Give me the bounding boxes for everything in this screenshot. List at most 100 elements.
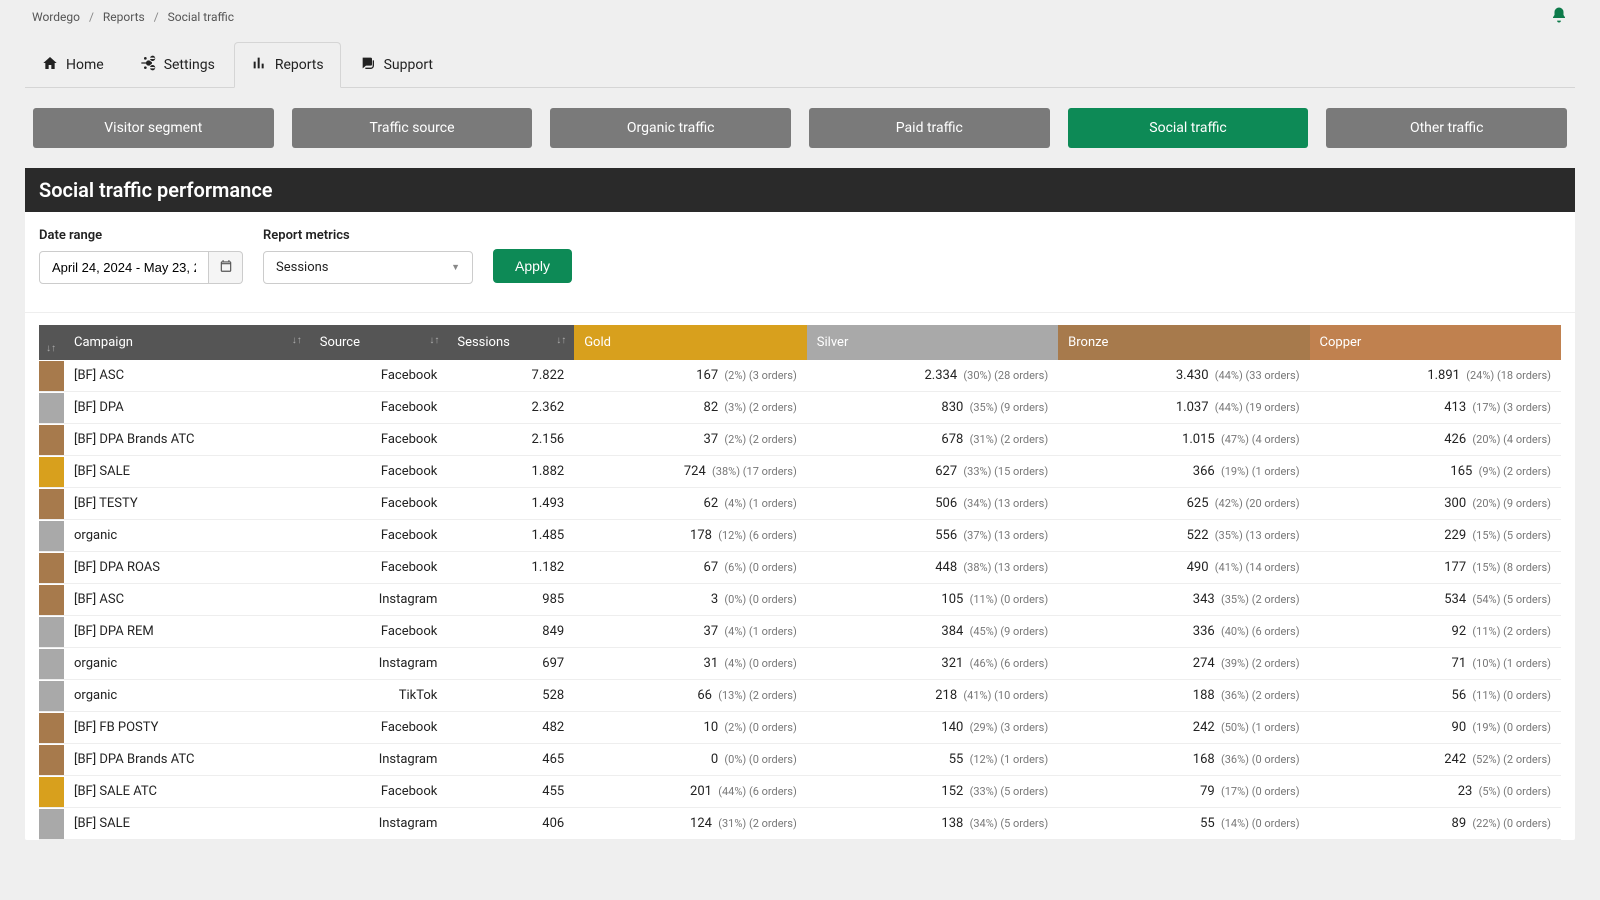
cell-sessions: 406: [447, 808, 574, 840]
cell-gold: 0 (0%) (0 orders): [574, 744, 807, 776]
cell-gold: 178 (12%) (6 orders): [574, 520, 807, 552]
support-icon: [360, 55, 376, 75]
cell-silver: 556 (37%) (13 orders): [807, 520, 1058, 552]
panel-title: Social traffic performance: [25, 168, 1575, 212]
metrics-label: Report metrics: [263, 228, 473, 243]
cell-bronze: 343 (35%) (2 orders): [1058, 584, 1309, 616]
cell-copper: 413 (17%) (3 orders): [1310, 392, 1561, 424]
cell-campaign: [BF] ASC: [64, 584, 310, 616]
nav-tab-label: Reports: [275, 57, 324, 73]
sub-tab-social-traffic[interactable]: Social traffic: [1068, 108, 1309, 148]
cell-copper: 56 (11%) (0 orders): [1310, 680, 1561, 712]
metrics-select[interactable]: Sessions ▼: [263, 251, 473, 284]
nav-tab-reports[interactable]: Reports: [234, 42, 341, 88]
cell-sessions: 7.822: [447, 360, 574, 392]
notifications-icon[interactable]: [1550, 6, 1568, 28]
table-row: [BF] DPA Brands ATCFacebook2.15637 (2%) …: [39, 424, 1561, 456]
sub-tab-paid-traffic[interactable]: Paid traffic: [809, 108, 1050, 148]
col-source[interactable]: Source: [310, 325, 448, 360]
cell-silver: 105 (11%) (0 orders): [807, 584, 1058, 616]
cell-silver: 138 (34%) (5 orders): [807, 808, 1058, 840]
col-copper[interactable]: Copper: [1310, 325, 1561, 360]
cell-sessions: 1.182: [447, 552, 574, 584]
nav-tab-label: Settings: [164, 57, 215, 73]
sub-tab-organic-traffic[interactable]: Organic traffic: [550, 108, 791, 148]
cell-silver: 321 (46%) (6 orders): [807, 648, 1058, 680]
cell-copper: 92 (11%) (2 orders): [1310, 616, 1561, 648]
cell-bronze: 1.037 (44%) (19 orders): [1058, 392, 1309, 424]
cell-gold: 37 (2%) (2 orders): [574, 424, 807, 456]
cell-sessions: 2.362: [447, 392, 574, 424]
cell-bronze: 79 (17%) (0 orders): [1058, 776, 1309, 808]
cell-source: Instagram: [310, 584, 448, 616]
nav-tab-home[interactable]: Home: [25, 42, 121, 87]
cell-campaign: [BF] DPA Brands ATC: [64, 744, 310, 776]
cell-gold: 724 (38%) (17 orders): [574, 456, 807, 488]
cell-bronze: 242 (50%) (1 orders): [1058, 712, 1309, 744]
cell-sessions: 1.485: [447, 520, 574, 552]
cell-gold: 67 (6%) (0 orders): [574, 552, 807, 584]
col-gold[interactable]: Gold: [574, 325, 807, 360]
apply-button[interactable]: Apply: [493, 249, 572, 283]
col-silver[interactable]: Silver: [807, 325, 1058, 360]
row-swatch: [39, 392, 64, 424]
breadcrumb-item[interactable]: Wordego: [32, 10, 80, 24]
cell-source: Facebook: [310, 488, 448, 520]
col-sessions[interactable]: Sessions: [447, 325, 574, 360]
cell-silver: 448 (38%) (13 orders): [807, 552, 1058, 584]
cell-campaign: [BF] SALE: [64, 808, 310, 840]
cell-source: Facebook: [310, 776, 448, 808]
cell-sessions: 697: [447, 648, 574, 680]
cell-source: Facebook: [310, 616, 448, 648]
date-range-label: Date range: [39, 228, 243, 243]
cell-bronze: 490 (41%) (14 orders): [1058, 552, 1309, 584]
cell-source: TikTok: [310, 680, 448, 712]
cell-copper: 23 (5%) (0 orders): [1310, 776, 1561, 808]
table-row: [BF] SALE ATCFacebook455201 (44%) (6 ord…: [39, 776, 1561, 808]
breadcrumb-item[interactable]: Reports: [103, 10, 145, 24]
cell-bronze: 3.430 (44%) (33 orders): [1058, 360, 1309, 392]
nav-tab-support[interactable]: Support: [343, 42, 450, 87]
col-campaign[interactable]: Campaign: [64, 325, 310, 360]
cell-campaign: [BF] DPA ROAS: [64, 552, 310, 584]
cell-silver: 140 (29%) (3 orders): [807, 712, 1058, 744]
cell-copper: 229 (15%) (5 orders): [1310, 520, 1561, 552]
cell-gold: 82 (3%) (2 orders): [574, 392, 807, 424]
nav-tab-label: Support: [384, 57, 433, 73]
col-swatch[interactable]: [39, 325, 64, 360]
cell-source: Facebook: [310, 424, 448, 456]
cell-sessions: 465: [447, 744, 574, 776]
cell-silver: 55 (12%) (1 orders): [807, 744, 1058, 776]
cell-copper: 90 (19%) (0 orders): [1310, 712, 1561, 744]
date-range-input[interactable]: [39, 251, 209, 284]
cell-silver: 506 (34%) (13 orders): [807, 488, 1058, 520]
row-swatch: [39, 456, 64, 488]
table-row: [BF] ASCInstagram9853 (0%) (0 orders)105…: [39, 584, 1561, 616]
calendar-button[interactable]: [209, 251, 243, 284]
table-row: [BF] SALEFacebook1.882724 (38%) (17 orde…: [39, 456, 1561, 488]
row-swatch: [39, 744, 64, 776]
breadcrumb-item: Social traffic: [168, 10, 234, 24]
cell-silver: 152 (33%) (5 orders): [807, 776, 1058, 808]
cell-bronze: 168 (36%) (0 orders): [1058, 744, 1309, 776]
cell-copper: 1.891 (24%) (18 orders): [1310, 360, 1561, 392]
calendar-icon: [219, 259, 233, 277]
cell-gold: 10 (2%) (0 orders): [574, 712, 807, 744]
cell-silver: 384 (45%) (9 orders): [807, 616, 1058, 648]
row-swatch: [39, 488, 64, 520]
sub-tab-other-traffic[interactable]: Other traffic: [1326, 108, 1567, 148]
cell-source: Instagram: [310, 744, 448, 776]
nav-tab-settings[interactable]: Settings: [123, 42, 232, 87]
cell-source: Instagram: [310, 808, 448, 840]
cell-gold: 167 (2%) (3 orders): [574, 360, 807, 392]
row-swatch: [39, 520, 64, 552]
cell-bronze: 1.015 (47%) (4 orders): [1058, 424, 1309, 456]
table-row: organicInstagram69731 (4%) (0 orders)321…: [39, 648, 1561, 680]
sub-tab-visitor-segment[interactable]: Visitor segment: [33, 108, 274, 148]
table-row: [BF] SALEInstagram406124 (31%) (2 orders…: [39, 808, 1561, 840]
sub-tab-traffic-source[interactable]: Traffic source: [292, 108, 533, 148]
cell-copper: 71 (10%) (1 orders): [1310, 648, 1561, 680]
main-nav: Home Settings Reports Support: [25, 42, 1575, 88]
col-bronze[interactable]: Bronze: [1058, 325, 1309, 360]
cell-gold: 3 (0%) (0 orders): [574, 584, 807, 616]
